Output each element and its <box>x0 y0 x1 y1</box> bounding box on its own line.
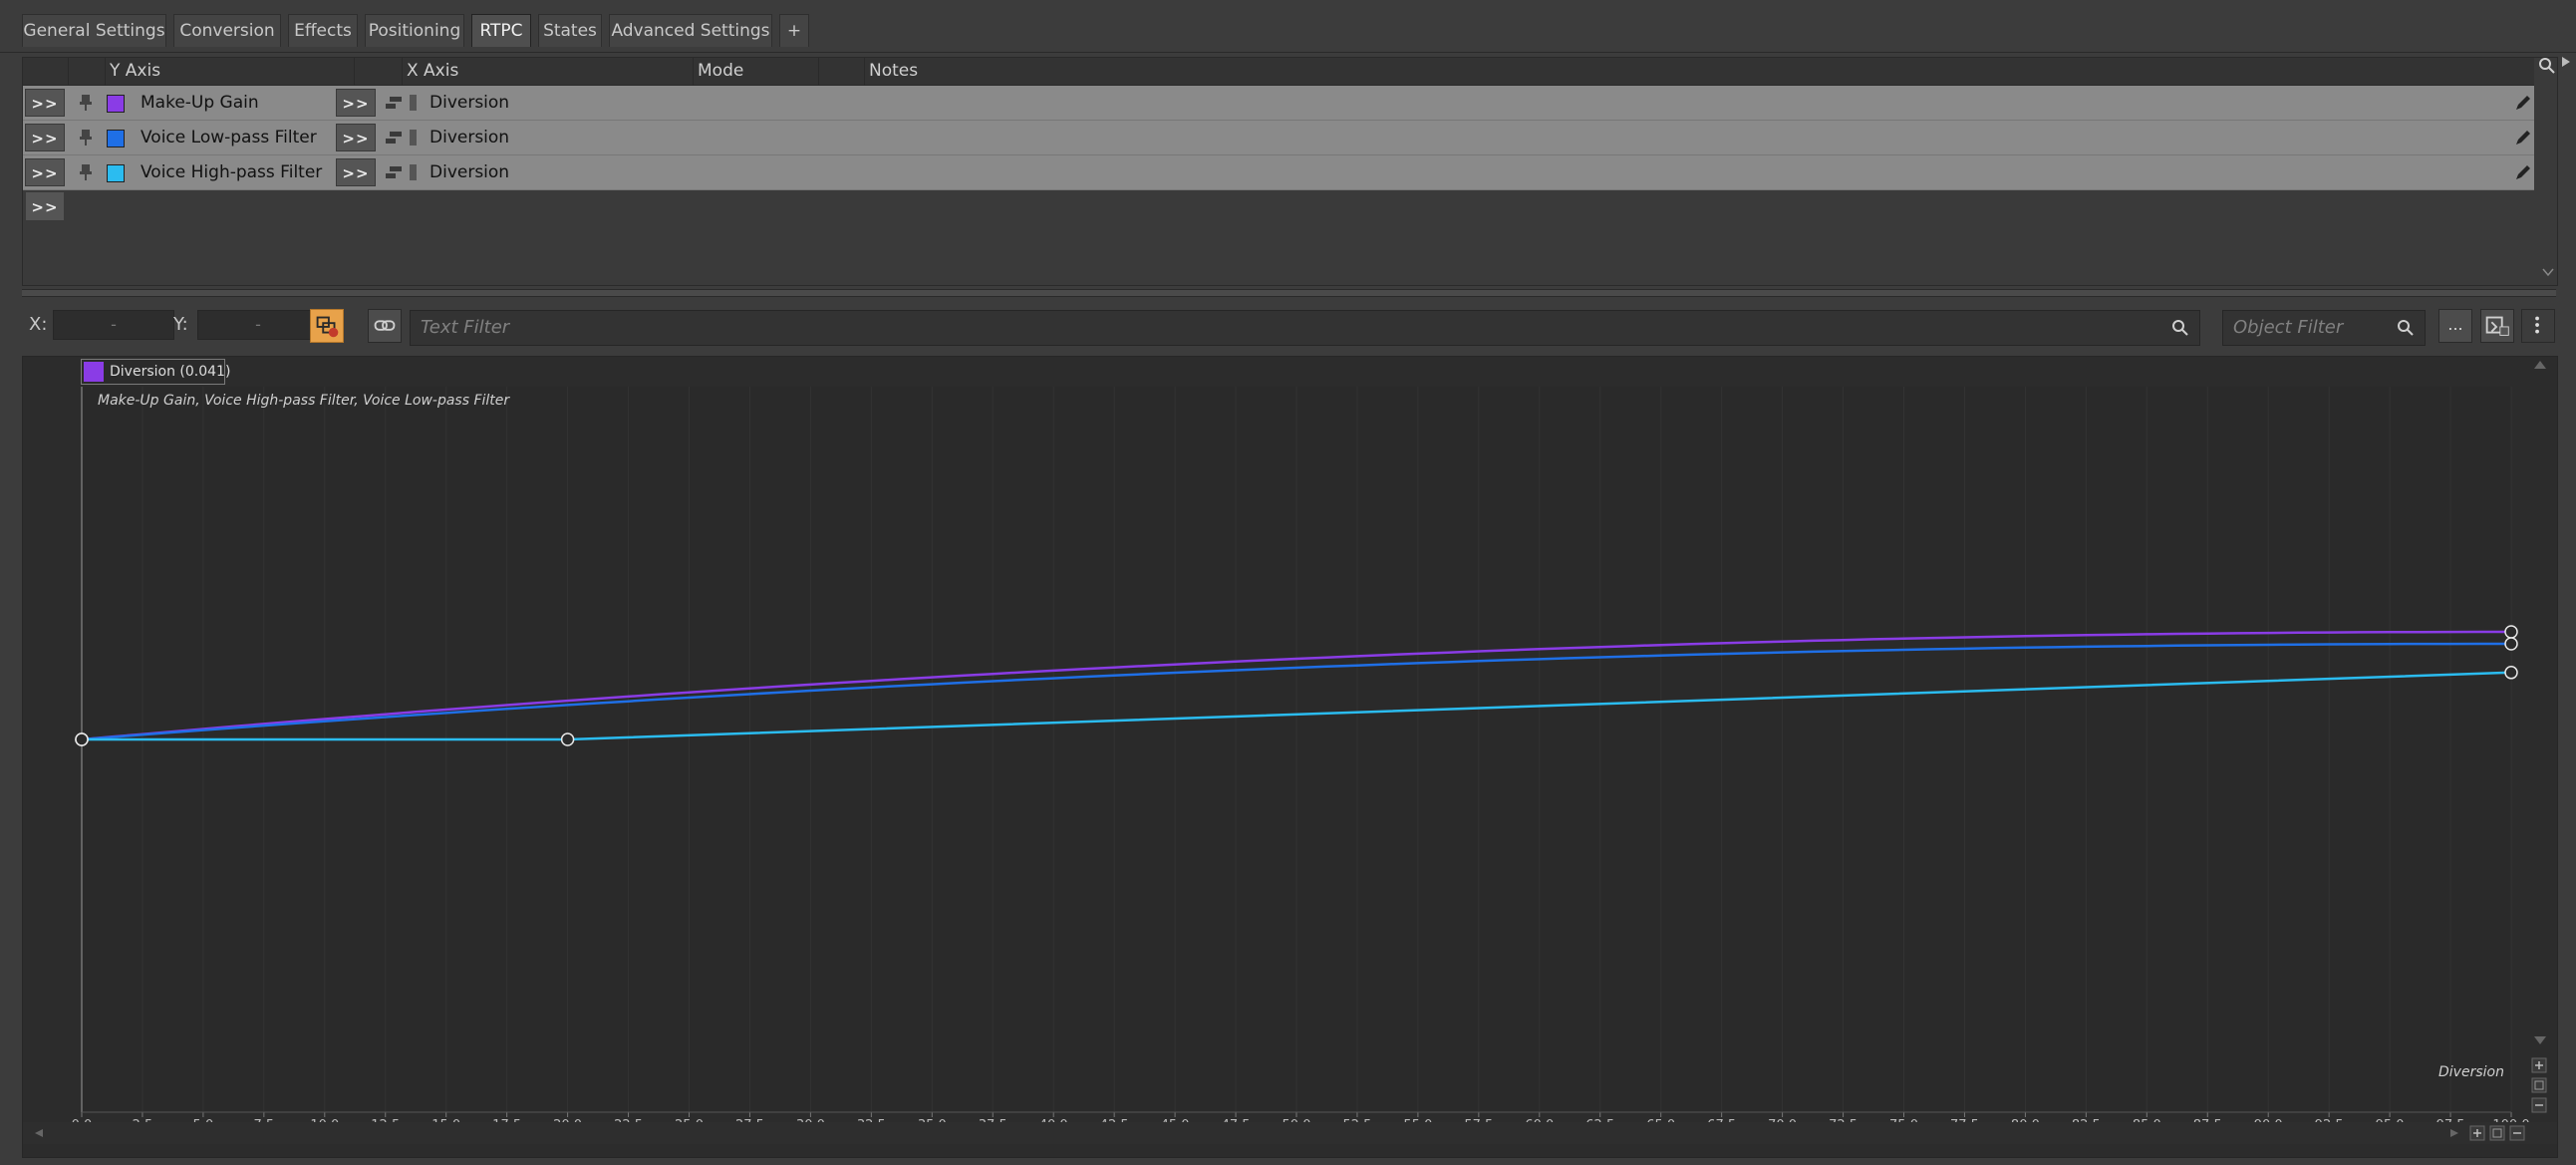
scroll-down-icon[interactable] <box>2541 267 2555 277</box>
expand-x-button[interactable]: >> <box>336 89 376 117</box>
splitter[interactable] <box>22 289 2556 297</box>
auto-link-toggle[interactable] <box>310 309 344 343</box>
tab-bar: General Settings Conversion Effects Posi… <box>0 0 2576 53</box>
x-axis-name: Diversion <box>429 128 510 147</box>
menu-button[interactable] <box>2521 309 2555 343</box>
table-row[interactable]: >> Make-Up Gain >> Diversion <box>23 86 2534 121</box>
graph-toolbar: X: - Y: - Text Filter Object Filter ... <box>22 302 2556 354</box>
search-icon[interactable] <box>2397 319 2415 337</box>
header-blank <box>818 58 864 85</box>
pin-icon[interactable] <box>79 129 93 146</box>
zoom-in-y-icon[interactable] <box>2531 1057 2547 1073</box>
text-filter-placeholder: Text Filter <box>421 317 510 338</box>
curve-list-label: Make-Up Gain, Voice High-pass Filter, Vo… <box>98 393 510 409</box>
pin-icon[interactable] <box>79 94 93 112</box>
legend: Diversion (0.041) <box>81 359 230 385</box>
control-point[interactable] <box>2504 637 2518 651</box>
link-button[interactable] <box>368 309 402 343</box>
grid-lines <box>81 387 2512 1112</box>
x-axis-title: Diversion <box>2438 1064 2504 1080</box>
zoom-out-x-icon[interactable] <box>2509 1125 2525 1141</box>
color-swatch[interactable] <box>107 130 125 147</box>
header-pin-col <box>68 58 93 85</box>
game-parameter-icon <box>386 130 417 146</box>
tab-general-settings[interactable]: General Settings <box>22 14 166 47</box>
tab-conversion[interactable]: Conversion <box>173 14 281 47</box>
pin-icon[interactable] <box>79 163 93 181</box>
edit-pencil-icon[interactable] <box>2514 94 2532 112</box>
x-coord-label: X: <box>29 314 48 335</box>
control-point[interactable] <box>2504 625 2518 639</box>
x-coord-input[interactable]: - <box>53 310 174 340</box>
control-point[interactable] <box>75 732 89 746</box>
search-icon[interactable] <box>2171 319 2189 337</box>
tab-positioning[interactable]: Positioning <box>365 14 464 47</box>
legend-swatch <box>84 362 104 382</box>
chain-link-icon <box>374 320 396 331</box>
search-icon[interactable] <box>2538 57 2556 75</box>
expand-x-button[interactable]: >> <box>336 124 376 151</box>
game-parameter-icon <box>386 95 417 111</box>
color-swatch[interactable] <box>107 164 125 182</box>
table-row[interactable]: >> Voice Low-pass Filter >> Diversion <box>23 121 2534 155</box>
link-objects-icon <box>316 316 339 338</box>
legend-label: Diversion (0.041) <box>110 364 231 380</box>
zoom-out-y-icon[interactable] <box>2531 1097 2547 1113</box>
x-axis-name: Diversion <box>429 93 510 113</box>
control-point[interactable] <box>560 732 575 746</box>
y-axis-name: Voice Low-pass Filter <box>141 128 317 147</box>
header-mode[interactable]: Mode <box>693 58 818 85</box>
game-parameter-icon <box>386 164 417 180</box>
tab-advanced-settings[interactable]: Advanced Settings <box>609 14 772 47</box>
y-coord-input[interactable]: - <box>197 310 319 340</box>
y-axis-name: Make-Up Gain <box>141 93 259 113</box>
control-point[interactable] <box>2504 666 2518 680</box>
zoom-fit-y-icon[interactable] <box>2531 1077 2547 1093</box>
tab-rtpc[interactable]: RTPC <box>471 14 531 47</box>
tab-states[interactable]: States <box>538 14 602 47</box>
expand-x-button[interactable]: >> <box>336 158 376 186</box>
collapse-arrow-icon[interactable] <box>2559 55 2573 69</box>
filter-settings-icon <box>2485 316 2509 336</box>
rtpc-graph[interactable]: 0.02.55.07.510.012.515.017.520.022.525.0… <box>22 356 2558 1158</box>
edit-pencil-icon[interactable] <box>2514 163 2532 181</box>
add-tab-button[interactable]: + <box>779 14 809 47</box>
h-scrollbar[interactable] <box>23 1122 2557 1144</box>
object-filter-input[interactable]: Object Filter <box>2222 310 2426 346</box>
more-options-button[interactable]: ... <box>2438 309 2472 343</box>
tab-effects[interactable]: Effects <box>288 14 358 47</box>
expand-y-button[interactable]: >> <box>25 89 65 117</box>
kebab-menu-icon <box>2535 316 2539 334</box>
add-rtpc-button[interactable]: >> <box>25 191 65 221</box>
y-coord-label: Y: <box>173 314 188 335</box>
table-header: Y Axis X Axis Mode Notes <box>23 58 2534 86</box>
header-notes[interactable]: Notes <box>864 58 2534 85</box>
header-y-axis[interactable]: Y Axis <box>105 58 354 85</box>
object-filter-options-button[interactable] <box>2480 309 2514 343</box>
text-filter-input[interactable]: Text Filter <box>410 310 2200 346</box>
edit-pencil-icon[interactable] <box>2514 129 2532 146</box>
color-swatch[interactable] <box>107 95 125 113</box>
object-filter-placeholder: Object Filter <box>2233 317 2344 338</box>
scroll-up-icon[interactable] <box>2534 361 2546 369</box>
scroll-down-icon[interactable] <box>2534 1036 2546 1044</box>
y-axis-name: Voice High-pass Filter <box>141 162 323 182</box>
expand-y-button[interactable]: >> <box>25 124 65 151</box>
header-x-axis[interactable]: X Axis <box>402 58 716 85</box>
zoom-in-x-icon[interactable] <box>2469 1125 2485 1141</box>
x-axis-name: Diversion <box>429 162 510 182</box>
header-expand-col <box>23 58 68 85</box>
rtpc-table: Y Axis X Axis Mode Notes >> Make-Up Gain… <box>22 57 2558 286</box>
graph-canvas[interactable]: 0.02.55.07.510.012.515.017.520.022.525.0… <box>23 357 2557 1157</box>
expand-y-button[interactable]: >> <box>25 158 65 186</box>
header-x-expand-col <box>354 58 398 85</box>
zoom-fit-x-icon[interactable] <box>2489 1125 2505 1141</box>
table-row[interactable]: >> Voice High-pass Filter >> Diversion <box>23 155 2534 190</box>
